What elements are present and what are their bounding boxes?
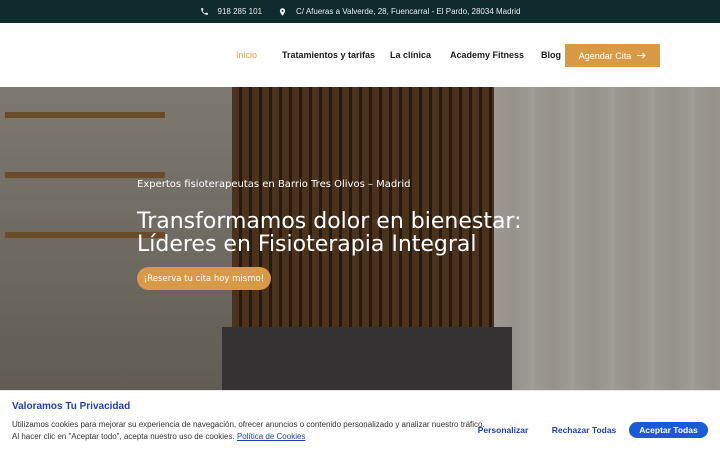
hero-title: Transformamos dolor en bienestar: Lídere…	[137, 210, 557, 256]
cookie-banner: Valoramos Tu Privacidad Utilizamos cooki…	[0, 390, 720, 450]
cookie-title: Valoramos Tu Privacidad	[12, 401, 131, 412]
reserve-button[interactable]: ¡Reserva tu cita hoy mismo!	[137, 267, 271, 290]
hero-section: Expertos fisioterapeutas en Barrio Tres …	[0, 87, 720, 390]
cookie-text-line2: Al hacer clic en "Aceptar todo", acepta …	[12, 432, 305, 441]
phone-number: 918 285 101	[217, 7, 263, 16]
location-pin-icon	[278, 7, 287, 17]
agendar-cita-label: Agendar Cita	[578, 50, 632, 61]
accept-all-button[interactable]: Aceptar Todas	[629, 422, 708, 438]
agendar-cita-button[interactable]: Agendar Cita	[565, 44, 660, 67]
hero-eyebrow: Expertos fisioterapeutas en Barrio Tres …	[137, 179, 411, 190]
nav-item-tratamientos[interactable]: Tratamientos y tarifas	[282, 50, 375, 60]
nav-item-la-clinica[interactable]: La clínica	[390, 50, 431, 60]
hero-title-line1: Transformamos dolor en bienestar:	[137, 209, 522, 234]
customize-button[interactable]: Personalizar	[472, 422, 534, 438]
nav-item-inicio[interactable]: Inicio	[236, 50, 257, 60]
nav-item-blog[interactable]: Blog	[541, 50, 561, 60]
address-text: C/ Afueras a Valverde, 28, Fuencarral - …	[296, 7, 521, 16]
address-contact[interactable]: C/ Afueras a Valverde, 28, Fuencarral - …	[278, 7, 520, 17]
nav-item-academy-fitness[interactable]: Academy Fitness	[450, 50, 524, 60]
arrow-right-icon	[637, 51, 646, 61]
phone-icon	[200, 7, 209, 16]
site-header: Inicio Tratamientos y tarifas La clínica…	[0, 23, 720, 87]
cookie-consent-text: Al hacer clic en "Aceptar todo", acepta …	[12, 432, 235, 441]
reject-all-button[interactable]: Rechazar Todas	[550, 422, 618, 438]
top-info-bar: 918 285 101 C/ Afueras a Valverde, 28, F…	[0, 0, 720, 23]
cookie-text: Utilizamos cookies para mejorar su exper…	[12, 420, 485, 429]
cookie-policy-link[interactable]: Política de Cookies	[237, 432, 305, 441]
hero-title-line2: Líderes en Fisioterapia Integral	[137, 232, 477, 257]
phone-contact[interactable]: 918 285 101	[200, 7, 263, 16]
